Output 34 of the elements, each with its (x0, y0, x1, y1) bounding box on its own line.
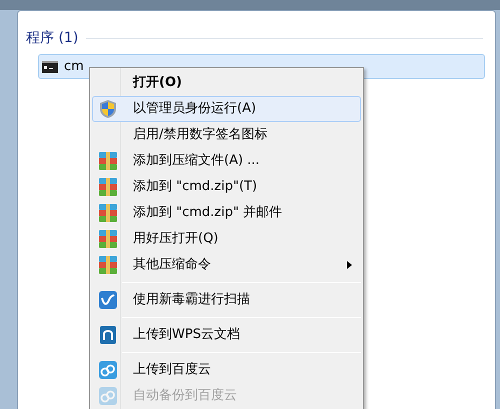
menu-item[interactable]: 上传到百度云 (92, 357, 361, 383)
menu-item[interactable]: 添加到 "cmd.zip" 并邮件 (92, 200, 361, 226)
archive-icon (98, 255, 118, 275)
archive-icon (98, 151, 118, 171)
menu-item[interactable]: 启用/禁用数字签名图标 (92, 122, 361, 148)
menu-item-label: 用好压打开(Q) (133, 230, 218, 248)
shield-icon (99, 99, 117, 119)
section-title: 程序 (1) (26, 29, 78, 48)
menu-item-label: 以管理员身份运行(A) (133, 100, 256, 118)
menu-item-label: 使用新毒霸进行扫描 (133, 291, 250, 310)
menu-item[interactable]: 以管理员身份运行(A) (92, 96, 361, 122)
menu-item-label: 添加到 "cmd.zip"(T) (133, 178, 258, 196)
menu-item[interactable]: 使用新毒霸进行扫描 (92, 287, 361, 313)
archive-icon (98, 203, 118, 223)
menu-item-label: 上传到百度云 (133, 361, 211, 380)
menu-item-label: 启用/禁用数字签名图标 (133, 126, 268, 144)
antivirus-icon (98, 290, 118, 310)
menu-item[interactable]: 用好压打开(Q) (92, 226, 361, 252)
menu-item-label: 上传到WPS云文档 (133, 326, 240, 344)
cloud-icon (98, 360, 118, 380)
menu-item-label: 其他压缩命令 (133, 256, 211, 274)
submenu-arrow-icon (347, 261, 352, 269)
menu-item-label: 添加到压缩文件(A) ... (133, 152, 260, 170)
menu-item[interactable]: 上传到WPS云文档 (92, 322, 361, 348)
menu-item-label: 自动备份到百度云 (133, 387, 237, 406)
menu-item-label: 添加到 "cmd.zip" 并邮件 (133, 204, 282, 222)
cloud-icon (98, 386, 118, 406)
archive-icon (98, 177, 118, 197)
menu-item[interactable]: 添加到压缩文件(A) ... (92, 148, 361, 174)
menu-item[interactable]: 添加到 "cmd.zip"(T) (92, 174, 361, 200)
console-icon (42, 60, 58, 72)
result-label: cm (64, 58, 84, 76)
menu-item[interactable]: 其他压缩命令 (92, 252, 361, 278)
archive-icon (98, 229, 118, 249)
